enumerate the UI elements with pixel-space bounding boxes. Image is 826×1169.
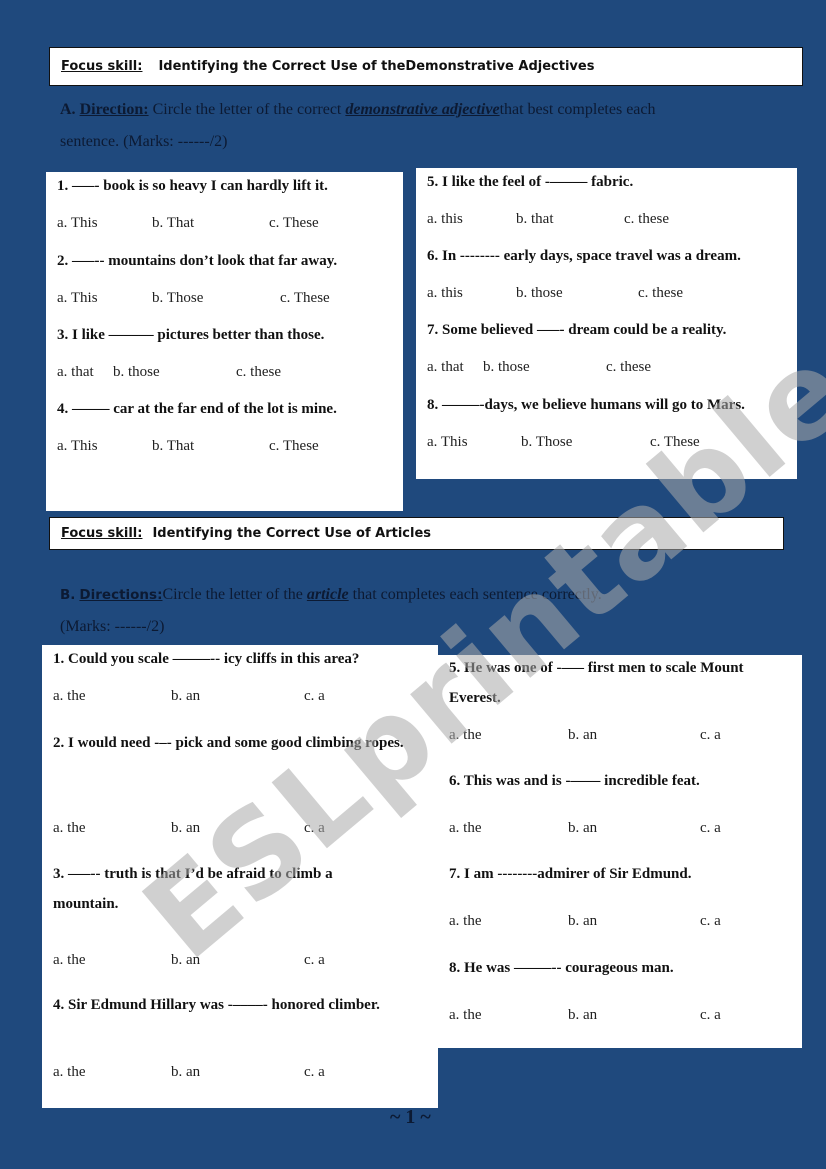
option-c[interactable]: c. a [304,688,325,705]
direction-label: Direction: [79,101,149,118]
option-b[interactable]: b. an [568,727,597,744]
question-a-3: 3. I like –––––– pictures better than th… [57,327,325,343]
direction-label: Directions: [79,587,163,603]
question-a-5: 5. I like the feel of -––––– fabric. [427,174,634,190]
focus-skill-label: Focus skill: [61,526,143,541]
option-a[interactable]: a. this [427,285,463,302]
focus-skill-bar-b: Focus skill: Identifying the Correct Use… [49,517,784,550]
direction-text-2: that completes each sentence correctly. [348,586,602,603]
option-a[interactable]: a. the [449,1007,481,1024]
option-b[interactable]: b. Those [152,290,203,307]
question-b-8: 8. He was –––––-- courageous man. [449,960,674,976]
direction-marks: sentence. (Marks: ------/2) [60,133,228,150]
direction-text: Circle the letter of the correct [148,101,346,118]
question-a-8: 8. –––––-days, we believe humans will go… [427,397,745,413]
option-b[interactable]: b. that [516,211,554,228]
option-b[interactable]: b. That [152,438,194,455]
question-box-b-right [438,655,802,1048]
option-c[interactable]: c. a [700,727,721,744]
direction-text-2: that best completes each [499,101,656,118]
option-b[interactable]: b. those [516,285,563,302]
direction-emphasis: article [306,586,349,603]
option-b[interactable]: b. an [171,820,200,837]
question-a-2: 2. –––-- mountains don’t look that far a… [57,253,338,269]
option-a[interactable]: a. the [449,727,481,744]
option-c[interactable]: c. these [606,359,651,376]
option-a[interactable]: a. This [427,434,468,451]
option-a[interactable]: a. This [57,215,98,232]
option-b[interactable]: b. those [483,359,530,376]
option-c[interactable]: c. These [269,215,319,232]
option-c[interactable]: c. a [700,820,721,837]
option-b[interactable]: b. an [568,913,597,930]
focus-skill-title: Identifying the Correct Use of Articles [152,526,432,541]
option-a[interactable]: a. the [53,820,85,837]
option-a[interactable]: a. that [427,359,464,376]
option-a[interactable]: a. the [449,820,481,837]
page-number: ~ 1 ~ [390,1106,431,1128]
question-b-7: 7. I am --------admirer of Sir Edmund. [449,866,692,882]
option-a[interactable]: a. that [57,364,94,381]
question-b-1: 1. Could you scale –––––-- icy cliffs in… [53,651,360,667]
question-a-1: 1. –––- book is so heavy I can hardly li… [57,178,328,194]
option-c[interactable]: c. These [280,290,330,307]
option-a[interactable]: a. the [53,1064,85,1081]
direction-letter: A. [60,101,76,118]
question-b-4: 4. Sir Edmund Hillary was -––––- honored… [53,997,380,1013]
option-b[interactable]: b. That [152,215,194,232]
option-c[interactable]: c. a [304,952,325,969]
question-b-6: 6. This was and is -–––– incredible feat… [449,773,700,789]
direction-b: B. Directions:Circle the letter of the a… [60,579,800,643]
direction-emphasis: demonstrative adjective [345,101,500,118]
option-a[interactable]: a. this [427,211,463,228]
option-a[interactable]: a. This [57,438,98,455]
option-c[interactable]: c. these [638,285,683,302]
focus-skill-title: Identifying the Correct Use of theDemons… [158,59,595,74]
focus-skill-label: Focus skill: [61,59,143,74]
option-b[interactable]: b. an [171,952,200,969]
option-a[interactable]: a. the [53,688,85,705]
option-b[interactable]: b. those [113,364,160,381]
option-b[interactable]: b. an [171,688,200,705]
direction-letter: B. [60,587,76,603]
option-a[interactable]: a. This [57,290,98,307]
question-b-3: 3. –––-- truth is that I’d be afraid to … [53,866,333,912]
direction-text: Circle the letter of the [162,586,307,603]
question-a-7: 7. Some believed –––- dream could be a r… [427,322,727,338]
option-c[interactable]: c. a [304,820,325,837]
option-b[interactable]: b. an [568,1007,597,1024]
option-a[interactable]: a. the [53,952,85,969]
option-b[interactable]: b. an [568,820,597,837]
option-c[interactable]: c. these [624,211,669,228]
option-c[interactable]: c. a [304,1064,325,1081]
question-a-4: 4. ––––– car at the far end of the lot i… [57,401,337,417]
focus-skill-bar-a: Focus skill: Identifying the Correct Use… [49,47,803,86]
option-c[interactable]: c. These [269,438,319,455]
direction-a: A. Direction: Circle the letter of the c… [60,94,800,158]
option-c[interactable]: c. these [236,364,281,381]
option-a[interactable]: a. the [449,913,481,930]
option-b[interactable]: b. an [171,1064,200,1081]
option-c[interactable]: c. a [700,1007,721,1024]
option-b[interactable]: b. Those [521,434,572,451]
question-a-6: 6. In -------- early days, space travel … [427,248,741,264]
question-b-5: 5. He was one of -––– first men to scale… [449,660,744,706]
option-c[interactable]: c. a [700,913,721,930]
direction-marks: (Marks: ------/2) [60,618,165,635]
question-b-2: 2. I would need -–- pick and some good c… [53,735,404,751]
option-c[interactable]: c. These [650,434,700,451]
